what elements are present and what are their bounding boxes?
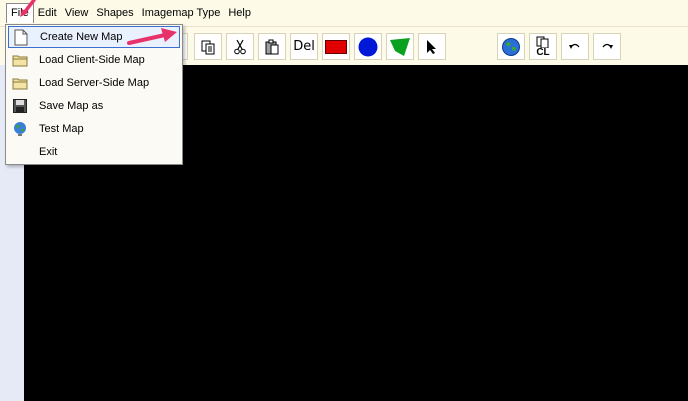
undo-button[interactable]: [561, 33, 589, 60]
menu-item-load-server-side-map[interactable]: Load Server-Side Map: [8, 72, 180, 94]
clipboard-label: CL: [536, 46, 550, 58]
menu-item-label: Test Map: [39, 123, 84, 135]
paste-button[interactable]: [258, 33, 286, 60]
globe-icon: [11, 120, 29, 138]
floppy-disk-icon: [11, 97, 29, 115]
file-dropdown-menu: Create New Map Load Client-Side Map Load…: [5, 24, 183, 165]
redo-icon: [602, 43, 613, 49]
globe-icon: [502, 37, 520, 56]
rectangle-tool-button[interactable]: [322, 33, 350, 60]
undo-icon: [569, 43, 580, 49]
menu-view[interactable]: View: [61, 3, 93, 23]
paste-icon: [265, 39, 279, 54]
folder-icon: [11, 74, 29, 92]
menu-edit[interactable]: Edit: [34, 3, 61, 23]
menu-item-load-client-side-map[interactable]: Load Client-Side Map: [8, 49, 180, 71]
menu-item-test-map[interactable]: Test Map: [8, 118, 180, 140]
rectangle-shape-icon: [325, 39, 347, 54]
select-tool-button[interactable]: [418, 33, 446, 60]
cut-button[interactable]: [226, 33, 254, 60]
menu-item-create-new-map[interactable]: Create New Map: [8, 26, 180, 48]
test-map-button[interactable]: [497, 33, 525, 60]
menu-item-label: Create New Map: [40, 31, 123, 43]
circle-shape-icon: [358, 37, 378, 56]
redo-button[interactable]: [593, 33, 621, 60]
cursor-arrow-icon: [427, 39, 436, 54]
menu-bar: File Edit View Shapes Imagemap Type Help: [0, 0, 688, 27]
copy-button[interactable]: [194, 33, 222, 60]
menu-help[interactable]: Help: [224, 3, 255, 23]
menu-file[interactable]: File: [6, 3, 34, 23]
menu-shapes[interactable]: Shapes: [92, 3, 137, 23]
copy-icon: [201, 40, 215, 54]
folder-icon: [11, 51, 29, 69]
blank-icon: [11, 143, 29, 161]
delete-button[interactable]: Del: [290, 33, 318, 60]
menu-item-label: Load Client-Side Map: [39, 54, 145, 66]
polygon-tool-button[interactable]: [386, 33, 414, 60]
copy-clipboard-button[interactable]: CL: [529, 33, 557, 60]
menu-item-exit[interactable]: Exit: [8, 141, 180, 163]
menu-item-save-map-as[interactable]: Save Map as: [8, 95, 180, 117]
polygon-shape-icon: [390, 37, 410, 56]
scissors-icon: [234, 39, 246, 54]
menu-item-label: Save Map as: [39, 100, 104, 112]
circle-tool-button[interactable]: [354, 33, 382, 60]
menu-item-label: Exit: [39, 146, 58, 158]
menu-item-label: Load Server-Side Map: [39, 77, 150, 89]
new-document-icon: [12, 28, 30, 46]
clipboard-icon: [536, 36, 549, 48]
menu-imagemap-type[interactable]: Imagemap Type: [138, 3, 225, 23]
